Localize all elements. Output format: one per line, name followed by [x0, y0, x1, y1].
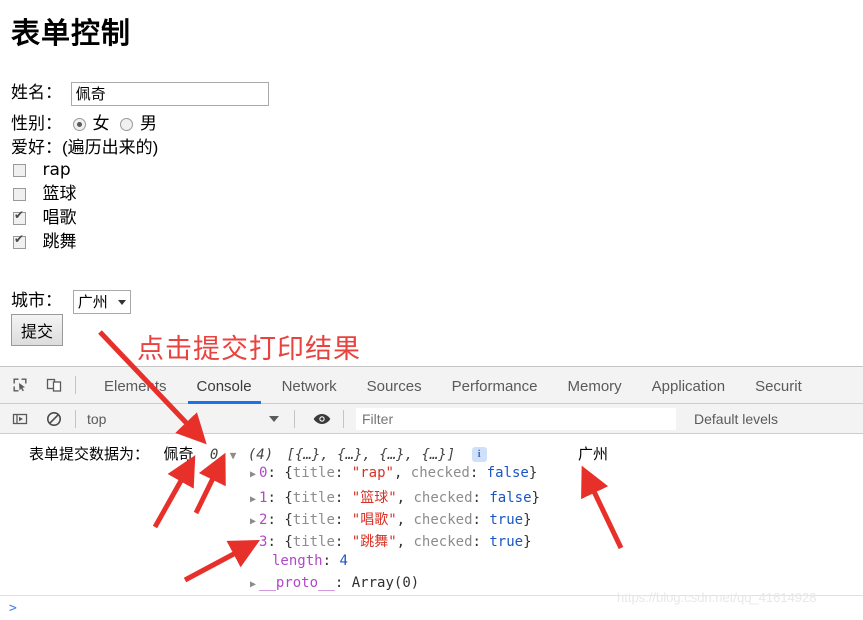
hobby-checkbox-list: rap 篮球 唱歌 跳舞: [13, 158, 76, 254]
hobby-checkbox-dancing[interactable]: [13, 233, 26, 249]
city-label: 城市：: [11, 291, 62, 311]
info-badge-icon[interactable]: i: [471, 447, 487, 462]
expand-triangle-icon[interactable]: ▶: [250, 516, 256, 527]
proto-value: Array(0): [351, 575, 420, 591]
clear-console-icon[interactable]: [40, 405, 68, 433]
hobby-checkbox-basketball[interactable]: [13, 188, 26, 201]
divider: [75, 376, 76, 394]
gender-radio-female[interactable]: [72, 118, 86, 131]
length-value: 4: [339, 553, 348, 569]
list-item: 篮球: [13, 182, 76, 206]
divider: [75, 409, 76, 428]
divider: [294, 409, 295, 428]
proto-key: __proto__: [259, 575, 335, 591]
console-array-length: length: 4: [272, 553, 348, 569]
tab-sources[interactable]: Sources: [352, 368, 437, 404]
tab-memory[interactable]: Memory: [553, 368, 637, 404]
tab-console[interactable]: Console: [182, 368, 267, 404]
hobby-section-label: 爱好：(遍历出来的): [11, 138, 159, 157]
city-select-value: 广州: [77, 292, 108, 311]
console-logged-gender-index: 0: [209, 447, 219, 463]
console-array-item-1: ▶ 1: {title: "篮球", checked: false}: [250, 490, 540, 506]
watermark: https://blog.csdn.net/qq_41614928: [617, 590, 817, 605]
hobby-checkbox-rap[interactable]: [13, 164, 26, 177]
devtools-panel: Elements Console Network Sources Perform…: [0, 366, 863, 620]
console-array-count: (4): [247, 447, 274, 463]
submit-button[interactable]: 提交: [11, 314, 64, 346]
length-key: length: [272, 553, 323, 569]
item-title-value: "跳舞": [351, 534, 397, 550]
tab-performance[interactable]: Performance: [437, 368, 553, 404]
search-input[interactable]: [356, 407, 676, 430]
gender-label-male: 男: [139, 114, 157, 134]
city-field-row: 城市： 广州: [11, 286, 131, 314]
hobby-label-basketball: 篮球: [42, 184, 77, 204]
list-item: 唱歌: [13, 206, 76, 230]
devtools-tab-list: Elements Console Network Sources Perform…: [89, 367, 817, 404]
console-message-row: 表单提交数据为： 佩奇 0 ▼ (4) [{…}, {…}, {…}, {…}]…: [29, 443, 487, 464]
execution-context-select[interactable]: top: [87, 408, 287, 430]
gender-label-female: 女: [92, 114, 110, 134]
expand-triangle-icon[interactable]: ▶: [250, 538, 256, 549]
tab-elements[interactable]: Elements: [89, 368, 182, 404]
item-checked-value: false: [486, 465, 529, 481]
hobby-checkbox-singing[interactable]: [13, 209, 26, 225]
expand-triangle-icon[interactable]: ▶: [250, 469, 256, 480]
tab-application[interactable]: Application: [637, 368, 740, 404]
console-array-proto: ▶ __proto__: Array(0): [250, 575, 420, 591]
execution-context-value: top: [87, 410, 107, 427]
name-label: 姓名：: [11, 83, 62, 103]
console-logged-name: 佩奇: [163, 445, 194, 463]
log-levels-select[interactable]: Default levels: [694, 411, 778, 427]
page-title: 表单控制: [11, 16, 132, 50]
item-title-value: "rap": [351, 465, 394, 481]
hobby-label-singing: 唱歌: [42, 208, 77, 228]
hobby-label-dancing: 跳舞: [42, 232, 77, 252]
console-array-item-0: ▶ 0: {title: "rap", checked: false}: [250, 465, 538, 481]
item-title-value: "唱歌": [351, 512, 397, 528]
live-expression-eye-icon[interactable]: [308, 405, 336, 433]
divider: [343, 409, 344, 428]
devtools-tabbar: Elements Console Network Sources Perform…: [0, 367, 863, 404]
list-item: rap: [13, 158, 76, 182]
item-checked-value: true: [489, 534, 524, 550]
console-array-item-2: ▶ 2: {title: "唱歌", checked: true}: [250, 512, 532, 528]
tab-network[interactable]: Network: [267, 368, 352, 404]
console-array-item-3: ▶ 3: {title: "跳舞", checked: true}: [250, 534, 532, 550]
item-checked-value: true: [489, 512, 524, 528]
item-title-value: "篮球": [351, 490, 397, 506]
name-field-row: 姓名：: [11, 78, 269, 106]
chevron-down-icon: [269, 415, 279, 422]
inspect-element-icon[interactable]: [6, 371, 34, 399]
tab-security[interactable]: Securit: [740, 368, 817, 404]
console-logged-city: 广州: [578, 445, 609, 463]
device-toolbar-icon[interactable]: [40, 371, 68, 399]
city-select[interactable]: 广州: [72, 289, 131, 314]
gender-radio-male[interactable]: [120, 118, 134, 131]
expand-triangle-icon[interactable]: ▶: [250, 494, 256, 505]
expand-triangle-icon[interactable]: ▶: [250, 579, 256, 590]
name-input[interactable]: [70, 81, 269, 106]
gender-label: 性别：: [11, 114, 62, 134]
hobby-label-rap: rap: [42, 160, 71, 180]
item-checked-value: false: [489, 490, 532, 506]
annotation-click-submit: 点击提交打印结果: [137, 334, 361, 365]
array-expand-toggle-icon[interactable]: ▼: [230, 449, 237, 462]
gender-field-row: 性别： 女 男: [11, 109, 157, 134]
console-sidebar-icon[interactable]: [6, 405, 34, 433]
chevron-down-icon: [117, 299, 126, 305]
web-page-viewport: 表单控制 姓名： 性别： 女 男 爱好：(遍历出来的) rap 篮球 唱歌 跳舞…: [0, 0, 863, 366]
prompt-chevron-icon: >: [9, 601, 17, 616]
list-item: 跳舞: [13, 230, 76, 254]
console-message-prefix: 表单提交数据为：: [29, 445, 150, 463]
console-array-summary: [{…}, {…}, {…}, {…}]: [286, 447, 456, 463]
console-filter-bar: top Default levels: [0, 404, 863, 434]
